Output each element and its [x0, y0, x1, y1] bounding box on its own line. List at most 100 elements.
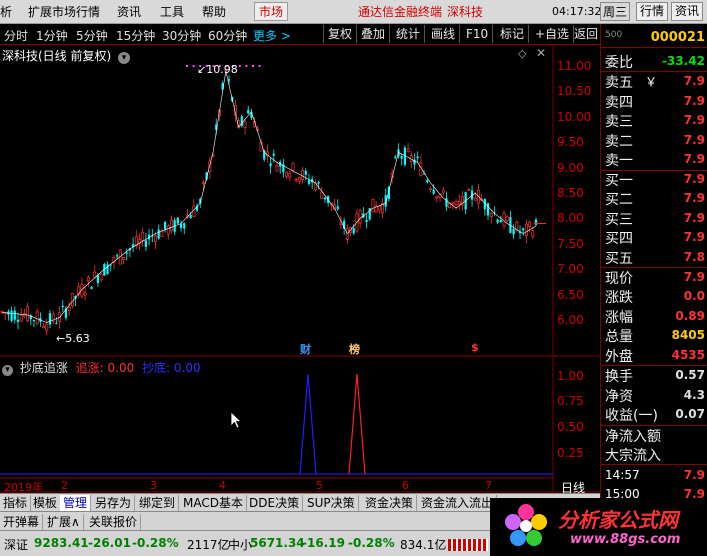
candle-body [426, 180, 429, 183]
event-financial[interactable]: 财 [300, 341, 311, 357]
sz-name[interactable]: 深证 [4, 536, 28, 553]
candle-body [406, 148, 410, 152]
tool-draw[interactable]: 画线 [427, 25, 461, 43]
x-label: 6 [402, 479, 409, 492]
tab-template[interactable]: 模板 [30, 495, 62, 511]
candle-body [189, 215, 192, 219]
period-more[interactable]: 更多 > [253, 27, 291, 44]
signal-dot [258, 65, 261, 67]
tab-manage[interactable]: 管理 [60, 495, 92, 511]
candle-body [416, 156, 419, 159]
price-tick: 9.50 [557, 135, 584, 150]
tab-bind[interactable]: 绑定到 [136, 495, 180, 511]
tab-sup[interactable]: SUP决策 [304, 495, 359, 511]
stat-value: 7.9 [683, 270, 705, 284]
tab-macd[interactable]: MACD基本 [180, 495, 247, 511]
period-5min[interactable]: 5分钟 [76, 27, 108, 44]
app-title: 通达信金融终端 [358, 5, 443, 19]
period-60min[interactable]: 60分钟 [208, 27, 247, 44]
candle-body [454, 201, 458, 205]
stat-label: 现价 [605, 271, 633, 287]
candle-body [365, 219, 368, 222]
price-tick: 8.50 [557, 186, 584, 200]
candle-body [176, 217, 179, 224]
signal-dot [192, 65, 195, 67]
tab-barrage[interactable]: 开弹幕 [0, 514, 44, 530]
stock-code: 000021 [650, 30, 705, 45]
candle-body [55, 322, 58, 324]
menu-item-tools[interactable]: 工具 [160, 3, 184, 20]
tab-fund-flow[interactable]: 资金流入流出 [418, 495, 498, 511]
candle-body [377, 205, 381, 211]
candle-body [13, 310, 16, 320]
candle-body [435, 196, 439, 199]
menu-item-market[interactable]: 市场 [254, 2, 289, 21]
candle-body [48, 313, 52, 325]
candle-body [269, 163, 272, 167]
tool-overlay[interactable]: 叠加 [357, 25, 391, 43]
event-dividend[interactable]: $ [471, 341, 479, 354]
stat-value: 0.89 [675, 308, 705, 323]
weibi-value: -33.42 [662, 54, 705, 68]
period-timeshare[interactable]: 分时 [4, 27, 28, 44]
tab-save-as[interactable]: 另存为 [92, 495, 136, 511]
period-1min[interactable]: 1分钟 [36, 27, 68, 44]
mouse-cursor-icon [230, 411, 243, 429]
candle-body [90, 286, 93, 290]
event-rank[interactable]: 榜 [349, 341, 360, 357]
candle-body [336, 206, 339, 210]
candle-body [368, 208, 371, 220]
menu-item-analysis[interactable]: 析 [0, 3, 12, 20]
tool-back[interactable]: 返回 [570, 25, 602, 43]
stat-label: 总量 [605, 329, 633, 346]
tool-add-watch[interactable]: +自选 [531, 25, 575, 43]
price-tick: 6.50 [557, 287, 584, 302]
candle-body [170, 219, 173, 232]
price-tick: 7.00 [557, 262, 584, 277]
x-label: 3 [150, 479, 157, 492]
tool-mark[interactable]: 标记 [496, 25, 530, 43]
period-30min[interactable]: 30分钟 [162, 27, 201, 44]
menu-item-ext-market[interactable]: 扩展市场行情 [28, 3, 100, 20]
tab-related-quote[interactable]: 关联报价 [86, 514, 142, 530]
candle-body [489, 212, 493, 218]
period-15min[interactable]: 15分钟 [116, 27, 155, 44]
candle-body [441, 189, 445, 193]
candle-body [166, 225, 170, 235]
candle-body [288, 173, 292, 178]
weekday: 周三 [600, 2, 631, 21]
price-tick: 7.50 [557, 236, 584, 251]
sz-amount: 2117亿 [187, 538, 230, 552]
zx-name[interactable]: 中小 [228, 536, 252, 553]
candle-body [96, 275, 100, 283]
candle-body [505, 216, 509, 222]
ind-ytick: 0.75 [557, 394, 584, 408]
candle-body [10, 310, 13, 321]
candle-body [157, 229, 160, 239]
info-button[interactable]: 资讯 [671, 2, 704, 21]
period-toolbar: 分时 1分钟 5分钟 15分钟 30分钟 60分钟 更多 > 复权 叠加 统计 … [0, 24, 600, 45]
menu-item-news[interactable]: 资讯 [117, 3, 141, 20]
candle-body [371, 199, 375, 213]
candle-body [70, 293, 74, 306]
stat2-value: 4.3 [683, 387, 705, 402]
tab-expand[interactable]: 扩展∧ [44, 514, 84, 530]
tab-fund-decision[interactable]: 资金决策 [362, 495, 418, 511]
candle-body [116, 255, 119, 257]
candle-body [122, 257, 125, 260]
sz-pct: -0.28% [132, 536, 179, 550]
tool-stats[interactable]: 统计 [392, 25, 426, 43]
tab-indicator[interactable]: 指标 [0, 495, 32, 511]
candle-body [35, 311, 39, 324]
quote-button[interactable]: 行情 [636, 2, 669, 21]
ask-label: 卖二 [605, 133, 633, 150]
stat2-value: 0.57 [675, 368, 705, 382]
menu-item-help[interactable]: 帮助 [202, 3, 226, 20]
clock: 04:17:32 [552, 5, 602, 18]
tool-f10[interactable]: F10 [462, 25, 494, 43]
tick-price: 7.9 [683, 468, 705, 482]
tool-adjust[interactable]: 复权 [323, 25, 358, 43]
flow-block: 大宗流入 [605, 448, 661, 464]
candle-body [496, 219, 499, 223]
tab-dde[interactable]: DDE决策 [246, 495, 304, 511]
